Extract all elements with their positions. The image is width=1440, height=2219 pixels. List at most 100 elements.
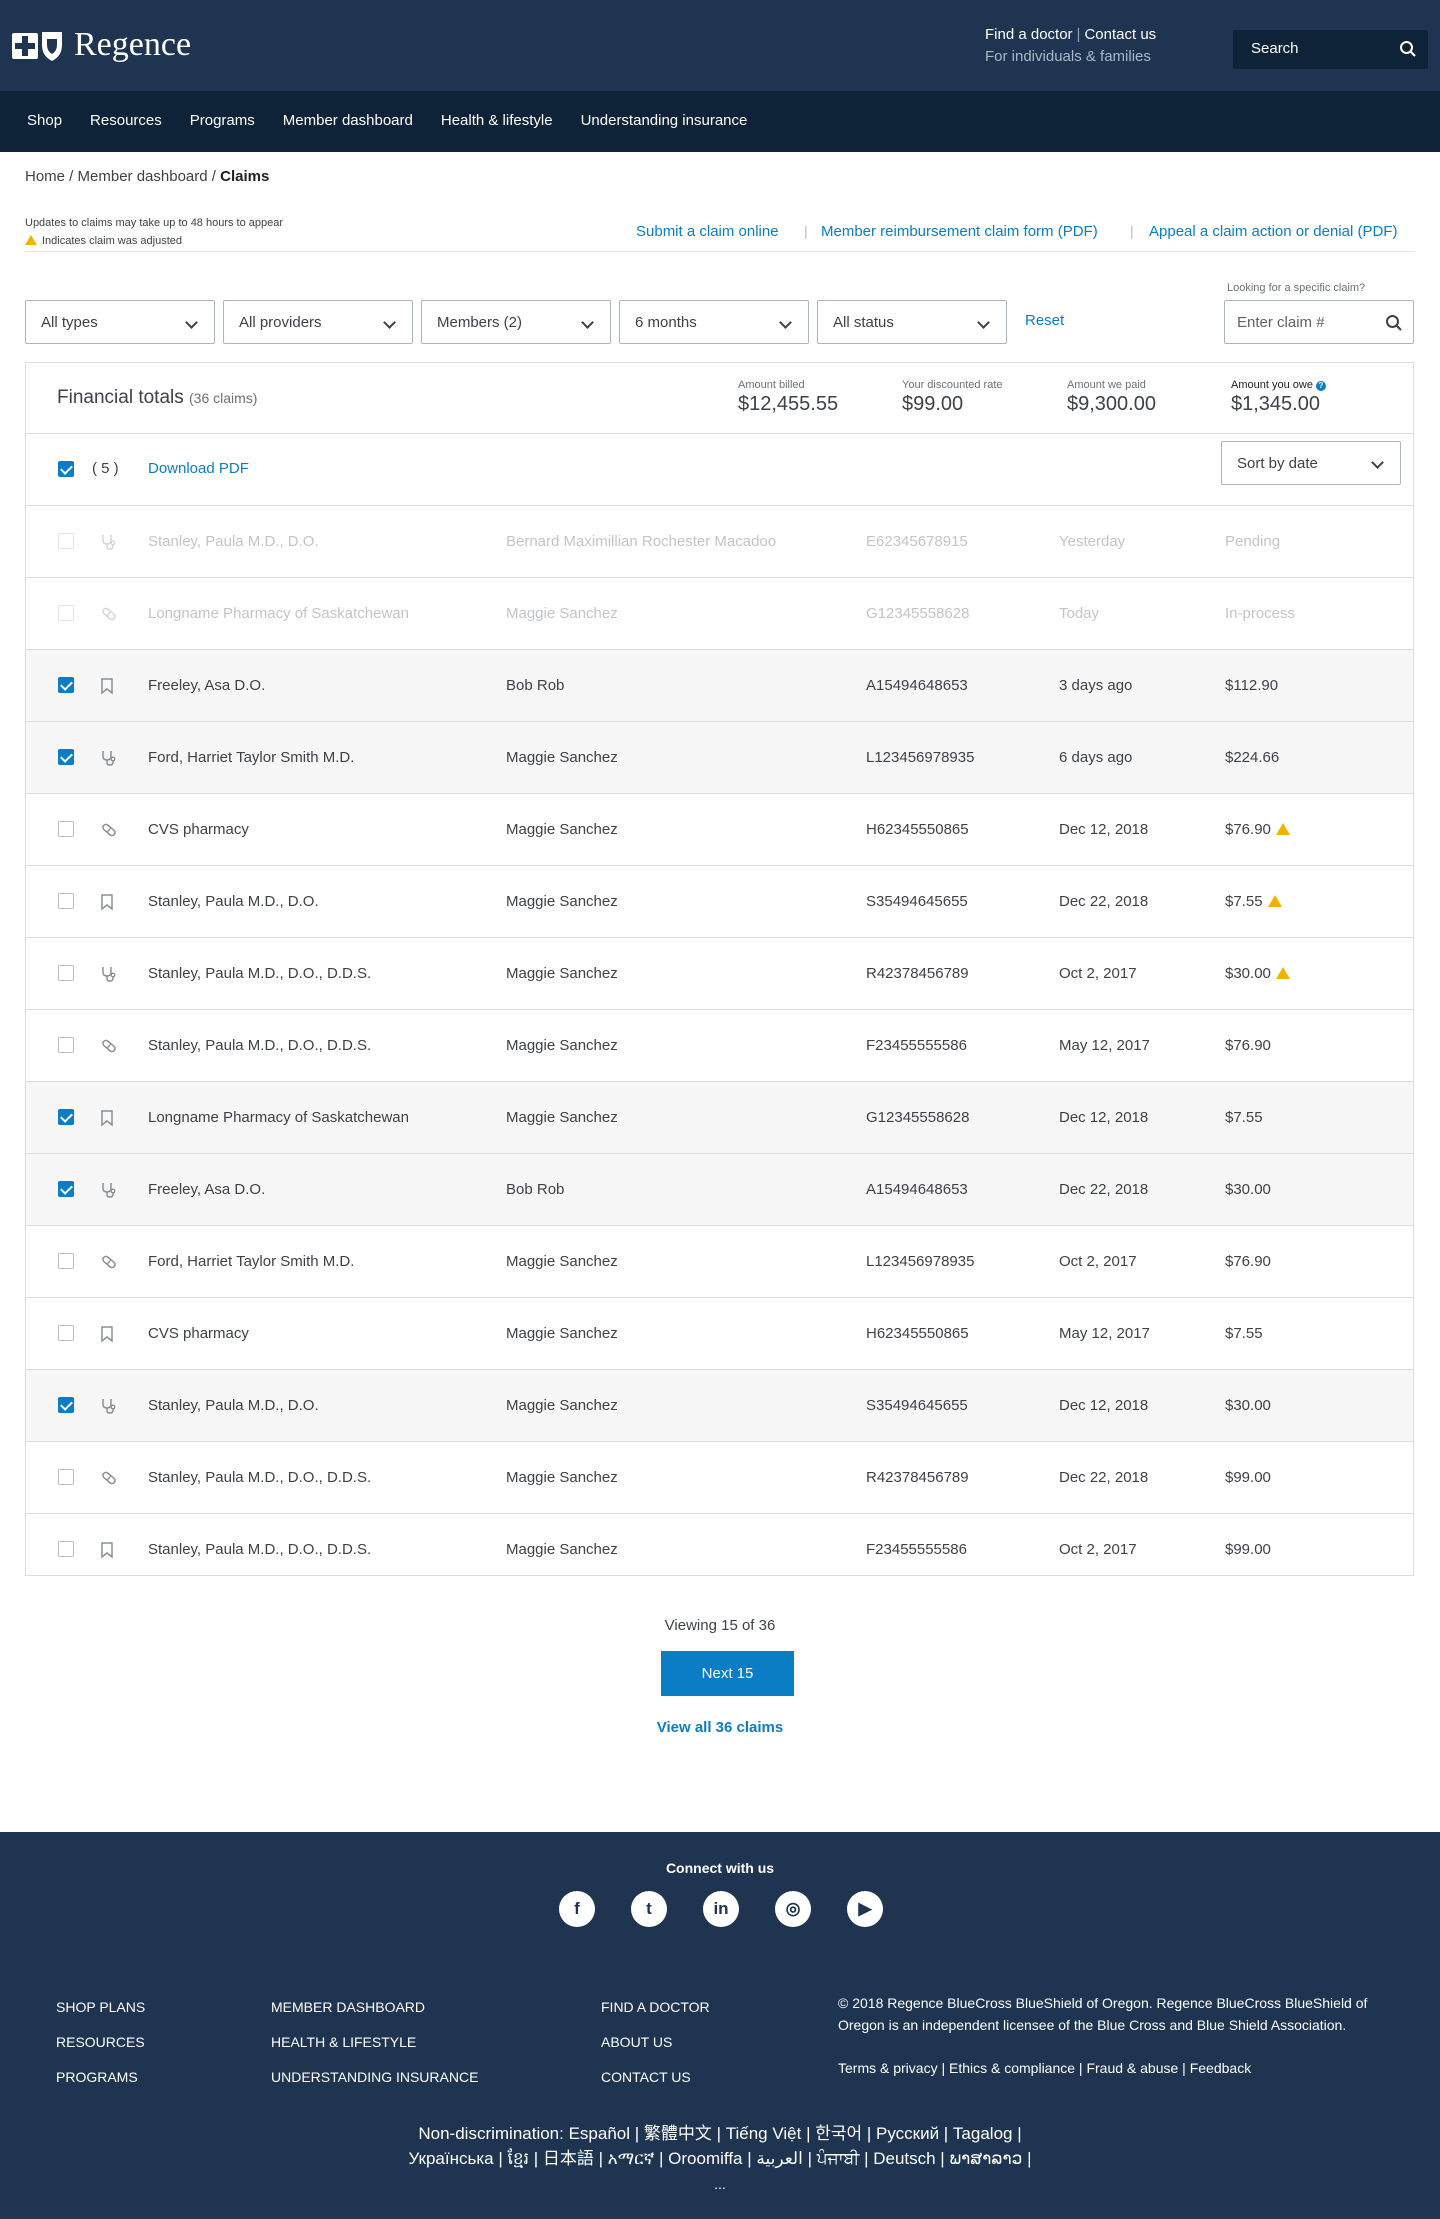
members-filter-dropdown[interactable]: Members (2) [421,300,611,344]
submit-claim-link[interactable]: Submit a claim online [636,223,779,240]
claim-provider[interactable]: Ford, Harriet Taylor Smith M.D. [148,1253,354,1270]
claim-provider[interactable]: Stanley, Paula M.D., D.O., D.D.S. [148,965,371,982]
claim-checkbox[interactable] [58,1397,74,1413]
next-page-button[interactable]: Next 15 [661,1651,794,1696]
search-icon[interactable] [1399,40,1417,58]
footer-link[interactable]: Resources [56,2025,145,2060]
claim-row[interactable]: Ford, Harriet Taylor Smith M.D. Maggie Sa… [26,1226,1413,1298]
claim-member: Maggie Sanchez [506,1397,618,1414]
claim-checkbox[interactable] [58,605,74,621]
claim-row[interactable]: Stanley, Paula M.D., D.O. Maggie Sanchez S… [26,866,1413,938]
reset-filters-link[interactable]: Reset [1025,312,1064,329]
search-label: Search [1251,40,1299,57]
language-links-row-1[interactable]: Non-discrimination: Español | 繁體中文 | Tiế… [0,2121,1440,2146]
claim-row[interactable]: Stanley, Paula M.D., D.O., D.D.S. Maggie … [26,1514,1413,1586]
claim-date: Dec 22, 2018 [1059,1469,1149,1486]
footer-link[interactable]: Member dashboard [271,1990,478,2025]
claim-row[interactable]: Stanley, Paula M.D., D.O., D.D.S. Maggie … [26,938,1413,1010]
claim-checkbox[interactable] [58,533,74,549]
breadcrumb-dashboard[interactable]: Member dashboard [78,168,208,185]
chevron-down-icon [185,316,198,329]
language-links-row-2[interactable]: Українська | ខ្មែរ | 日本語 | አማርኛ | Oroomi… [0,2146,1440,2171]
claim-provider[interactable]: CVS pharmacy [148,821,249,838]
claim-provider[interactable]: Freeley, Asa D.O. [148,1181,265,1198]
nav-item[interactable]: Understanding insurance [581,112,748,129]
footer-link[interactable]: Contact us [601,2060,710,2095]
download-pdf-link[interactable]: Download PDF [148,460,249,477]
claim-row[interactable]: Freeley, Asa D.O. Bob Rob A15494648653 Dec … [26,1154,1413,1226]
footer-link[interactable]: Understanding insurance [271,2060,478,2095]
claim-row[interactable]: Stanley, Paula M.D., D.O. Bernard Maximil… [26,506,1413,578]
regence-logo[interactable]: Regence [12,26,191,64]
claim-row[interactable]: Longname Pharmacy of Saskatchewan Maggie … [26,1082,1413,1154]
claim-row[interactable]: Freeley, Asa D.O. Bob Rob A15494648653 3 da… [26,650,1413,722]
reimbursement-form-link[interactable]: Member reimbursement claim form (PDF) [821,223,1098,240]
select-all-checkbox[interactable] [58,461,74,477]
claim-amount: $7.55 [1225,1325,1263,1342]
claim-checkbox[interactable] [58,893,74,909]
breadcrumb-home[interactable]: Home [25,168,65,185]
claim-checkbox[interactable] [58,1181,74,1197]
claim-provider[interactable]: Stanley, Paula M.D., D.O., D.D.S. [148,1541,371,1558]
instagram-icon[interactable]: ◎ [775,1891,811,1927]
claim-provider[interactable]: Longname Pharmacy of Saskatchewan [148,605,409,622]
appeal-claim-link[interactable]: Appeal a claim action or denial (PDF) [1149,223,1397,240]
claim-row[interactable]: Stanley, Paula M.D., D.O., D.D.S. Maggie … [26,1010,1413,1082]
claim-row[interactable]: Stanley, Paula M.D., D.O., D.D.S. Maggie … [26,1442,1413,1514]
claim-checkbox[interactable] [58,1541,74,1557]
header-search[interactable]: Search [1233,30,1428,69]
claim-row[interactable]: CVS pharmacy Maggie Sanchez H62345550865 Ma… [26,1298,1413,1370]
help-icon[interactable]: ? [1316,381,1326,391]
footer-link[interactable]: Shop plans [56,1990,145,2025]
claim-row[interactable]: Longname Pharmacy of Saskatchewan Maggie … [26,578,1413,650]
claim-provider[interactable]: Longname Pharmacy of Saskatchewan [148,1109,409,1126]
footer-link[interactable]: Programs [56,2060,145,2095]
claim-number-input[interactable]: Enter claim # [1224,300,1414,344]
claim-row[interactable]: Stanley, Paula M.D., D.O. Maggie Sanchez S… [26,1370,1413,1442]
status-filter-dropdown[interactable]: All status [817,300,1007,344]
claim-provider[interactable]: CVS pharmacy [148,1325,249,1342]
find-doctor-link[interactable]: Find a doctor [985,26,1073,43]
view-all-claims-link[interactable]: View all 36 claims [0,1719,1440,1736]
type-filter-dropdown[interactable]: All types [25,300,215,344]
more-languages[interactable]: ... [0,2176,1440,2192]
stethoscope-icon [100,965,116,987]
claim-provider[interactable]: Freeley, Asa D.O. [148,677,265,694]
contact-us-link[interactable]: Contact us [1084,26,1156,43]
nav-item[interactable]: Health & lifestyle [441,112,553,129]
claim-provider[interactable]: Ford, Harriet Taylor Smith M.D. [148,749,354,766]
search-icon[interactable] [1385,314,1403,332]
footer-link[interactable]: Find a doctor [601,1990,710,2025]
claim-row[interactable]: CVS pharmacy Maggie Sanchez H62345550865 De… [26,794,1413,866]
claim-checkbox[interactable] [58,677,74,693]
legal-links[interactable]: Terms & privacy | Ethics & compliance | … [838,2060,1251,2076]
nav-item[interactable]: Member dashboard [283,112,413,129]
linkedin-icon[interactable]: in [703,1891,739,1927]
footer-link[interactable]: Health & lifestyle [271,2025,478,2060]
claim-checkbox[interactable] [58,1325,74,1341]
period-filter-dropdown[interactable]: 6 months [619,300,809,344]
claim-checkbox[interactable] [58,1109,74,1125]
claim-row[interactable]: Ford, Harriet Taylor Smith M.D. Maggie Sa… [26,722,1413,794]
claim-provider[interactable]: Stanley, Paula M.D., D.O., D.D.S. [148,1469,371,1486]
claim-checkbox[interactable] [58,1469,74,1485]
sort-dropdown[interactable]: Sort by date [1221,441,1401,485]
nav-item[interactable]: Resources [90,112,162,129]
claim-checkbox[interactable] [58,821,74,837]
nav-item[interactable]: Shop [27,112,62,129]
twitter-icon[interactable]: t [631,1891,667,1927]
facebook-icon[interactable]: f [559,1891,595,1927]
claim-checkbox[interactable] [58,965,74,981]
claim-checkbox[interactable] [58,1253,74,1269]
youtube-icon[interactable]: ▶ [847,1891,883,1927]
claim-date: Yesterday [1059,533,1126,550]
footer-link[interactable]: About us [601,2025,710,2060]
claim-provider[interactable]: Stanley, Paula M.D., D.O. [148,533,319,550]
claim-provider[interactable]: Stanley, Paula M.D., D.O., D.D.S. [148,1037,371,1054]
claim-checkbox[interactable] [58,1037,74,1053]
claim-provider[interactable]: Stanley, Paula M.D., D.O. [148,893,319,910]
claim-provider[interactable]: Stanley, Paula M.D., D.O. [148,1397,319,1414]
provider-filter-dropdown[interactable]: All providers [223,300,413,344]
claim-checkbox[interactable] [58,749,74,765]
nav-item[interactable]: Programs [190,112,255,129]
